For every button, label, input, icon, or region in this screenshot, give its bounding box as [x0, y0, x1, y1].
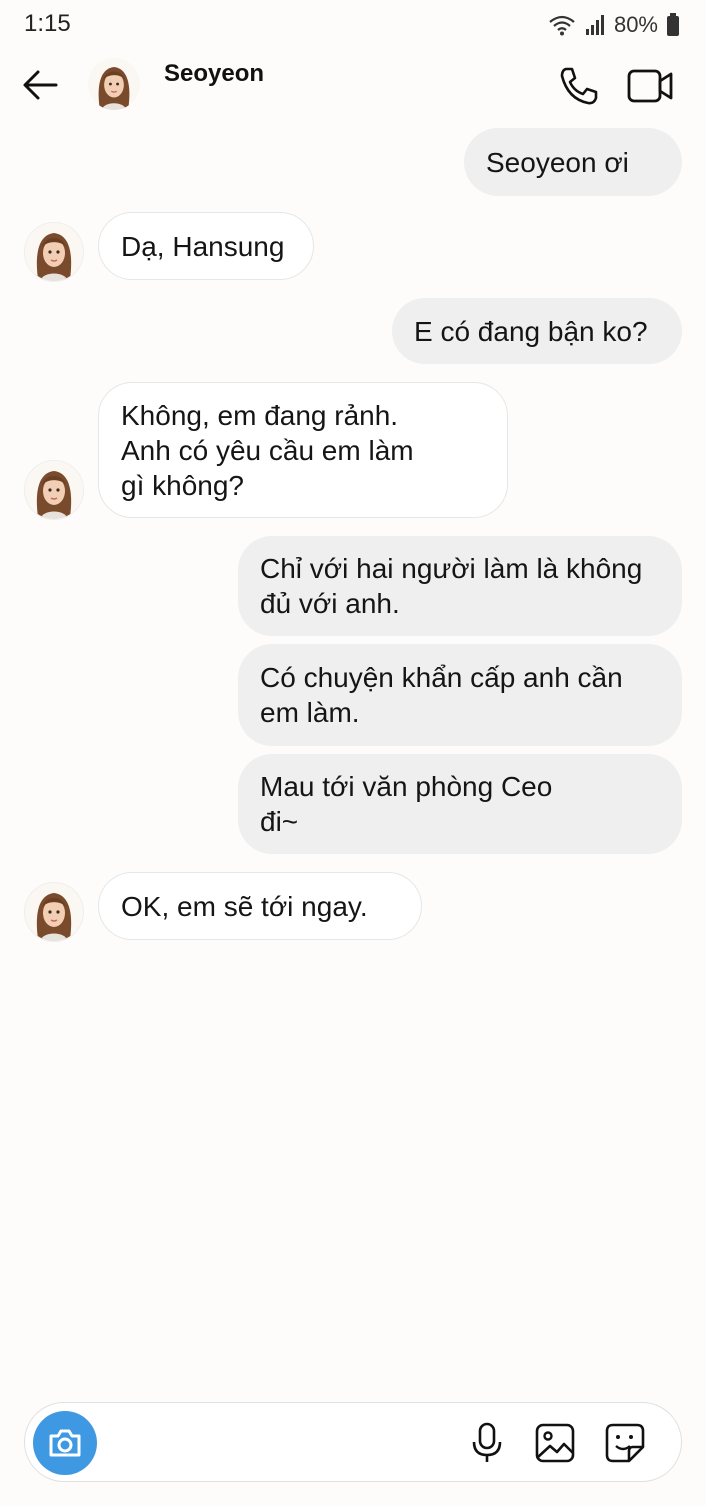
gallery-icon: [535, 1423, 575, 1463]
message-avatar[interactable]: [24, 460, 84, 520]
wifi-icon: [549, 15, 575, 36]
camera-button[interactable]: [33, 1411, 97, 1475]
contact-avatar[interactable]: [88, 58, 140, 110]
message-sent[interactable]: Chỉ với hai người làm là không đủ với an…: [238, 536, 682, 636]
message-sent[interactable]: Mau tới văn phòng Ceo đi~: [238, 754, 682, 854]
voice-call-button[interactable]: [556, 64, 600, 108]
status-icons: 80%: [548, 10, 680, 40]
battery-icon: [667, 13, 679, 36]
gallery-button[interactable]: [533, 1421, 577, 1465]
message-sent[interactable]: E có đang bận ko?: [392, 298, 682, 364]
message-avatar[interactable]: [24, 222, 84, 282]
message-received[interactable]: Dạ, Hansung: [98, 212, 314, 280]
chat-header: Seoyeon: [0, 50, 706, 120]
message-sent[interactable]: Có chuyện khẩn cấp anh cần em làm.: [238, 644, 682, 746]
message-received[interactable]: OK, em sẽ tới ngay.: [98, 872, 422, 940]
camera-icon: [49, 1429, 81, 1457]
phone-icon: [560, 67, 598, 105]
message-composer: [24, 1402, 682, 1482]
voice-message-button[interactable]: [467, 1421, 507, 1465]
status-bar: 1:15 80%: [0, 0, 706, 50]
message-input[interactable]: [109, 1417, 453, 1469]
message-avatar[interactable]: [24, 882, 84, 942]
contact-name[interactable]: Seoyeon: [164, 60, 264, 88]
sticker-icon: [605, 1423, 645, 1463]
message-received[interactable]: Không, em đang rảnh. Anh có yêu cầu em l…: [98, 382, 508, 518]
battery-percent: 80%: [613, 12, 658, 37]
status-time: 1:15: [24, 10, 71, 37]
back-arrow-icon: [23, 70, 58, 100]
microphone-icon: [472, 1422, 502, 1462]
video-camera-icon: [627, 69, 673, 103]
back-button[interactable]: [18, 62, 64, 108]
video-call-button[interactable]: [626, 64, 674, 108]
signal-icon: [585, 15, 604, 35]
sticker-button[interactable]: [603, 1421, 647, 1465]
message-sent[interactable]: Seoyeon ơi: [464, 128, 682, 196]
